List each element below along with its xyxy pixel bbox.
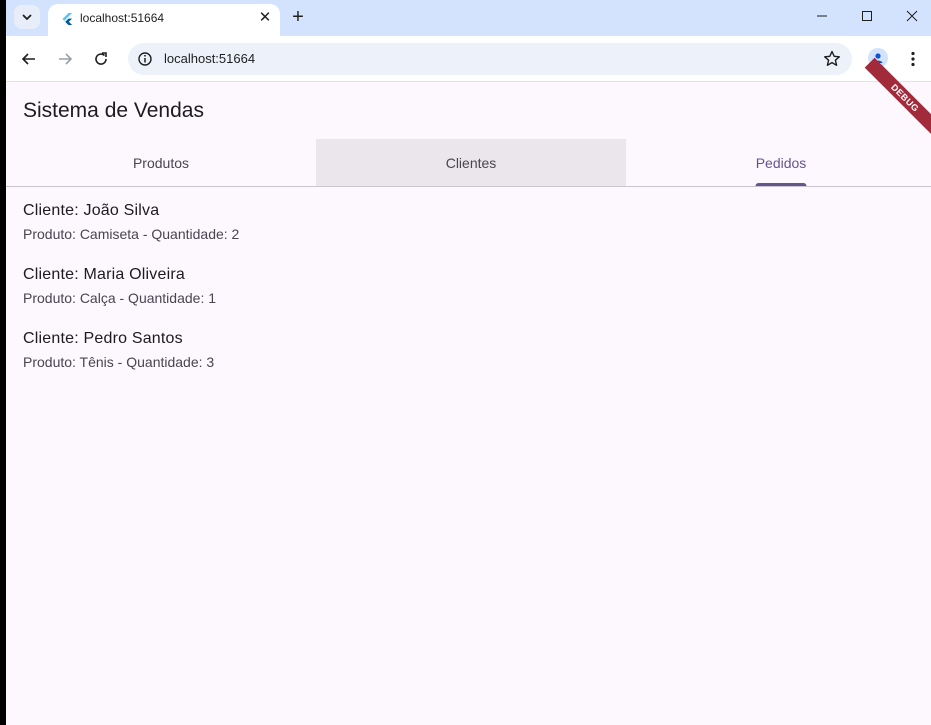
url-text[interactable]: localhost:51664 bbox=[164, 51, 255, 66]
order-detail: Produto: Tênis - Quantidade: 3 bbox=[23, 354, 215, 370]
page-title: Sistema de Vendas bbox=[23, 99, 204, 122]
maximize-icon[interactable] bbox=[853, 4, 881, 28]
tab-label: Produtos bbox=[132, 154, 190, 171]
reload-icon[interactable] bbox=[89, 47, 113, 71]
back-icon[interactable] bbox=[17, 47, 41, 71]
browser-tab[interactable]: localhost:51664 ✕ bbox=[48, 4, 280, 36]
tab-indicator bbox=[755, 183, 807, 186]
order-detail: Produto: Calça - Quantidade: 1 bbox=[23, 290, 217, 306]
new-tab-icon[interactable]: + bbox=[286, 5, 310, 29]
tab-search-button[interactable] bbox=[14, 5, 40, 29]
tab-label: Pedidos bbox=[755, 154, 807, 171]
order-client: Cliente: Maria Oliveira bbox=[23, 266, 185, 283]
minimize-icon[interactable] bbox=[808, 4, 836, 28]
menu-icon[interactable] bbox=[904, 47, 922, 71]
tab-bar: Produtos Clientes Pedidos bbox=[6, 139, 931, 187]
browser-window: localhost:51664 ✕ + localhost:51664 Sist… bbox=[6, 0, 931, 725]
tab-produtos[interactable]: Produtos bbox=[6, 139, 316, 186]
flutter-icon bbox=[62, 13, 73, 25]
close-icon[interactable]: ✕ bbox=[256, 8, 274, 26]
window-close-icon[interactable] bbox=[898, 4, 926, 28]
list-item[interactable]: Cliente: Pedro Santos Produto: Tênis - Q… bbox=[23, 329, 903, 393]
tab-label: Clientes bbox=[445, 154, 497, 171]
tab-search-icon bbox=[22, 14, 32, 21]
bookmark-star-icon[interactable] bbox=[822, 49, 842, 69]
address-bar[interactable]: localhost:51664 bbox=[128, 43, 852, 75]
browser-toolbar: localhost:51664 bbox=[6, 36, 931, 82]
order-detail: Produto: Camiseta - Quantidade: 2 bbox=[23, 226, 240, 242]
order-client: Cliente: João Silva bbox=[23, 202, 160, 219]
tab-pedidos[interactable]: Pedidos bbox=[626, 139, 931, 186]
tab-strip: localhost:51664 ✕ + bbox=[6, 0, 931, 36]
list-item[interactable]: Cliente: Maria Oliveira Produto: Calça -… bbox=[23, 265, 903, 329]
site-info-icon[interactable] bbox=[137, 51, 153, 67]
list-item[interactable]: Cliente: João Silva Produto: Camiseta - … bbox=[23, 201, 903, 265]
flutter-app: Sistema de Vendas DEBUG Produtos Cliente… bbox=[6, 57, 931, 725]
order-list: Cliente: João Silva Produto: Camiseta - … bbox=[23, 201, 903, 393]
tab-title: localhost:51664 bbox=[80, 11, 165, 25]
order-client: Cliente: Pedro Santos bbox=[23, 330, 183, 347]
tab-clientes[interactable]: Clientes bbox=[316, 139, 626, 186]
forward-icon[interactable] bbox=[53, 47, 77, 71]
